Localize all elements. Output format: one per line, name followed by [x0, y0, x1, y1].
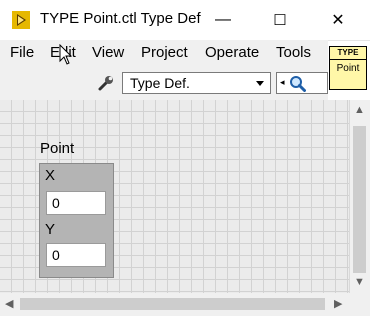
menu-view[interactable]: View	[92, 44, 124, 61]
labview-app-icon	[12, 11, 30, 29]
vertical-scroll-thumb[interactable]	[353, 126, 366, 273]
chevron-down-icon	[256, 81, 264, 86]
dropdown-value: Type Def.	[130, 75, 190, 91]
typedef-icon-bottom-text: Point	[336, 63, 360, 74]
y-label: Y	[45, 221, 56, 238]
scroll-left-icon[interactable]: ◀	[5, 297, 13, 310]
menu-operate[interactable]: Operate	[205, 44, 259, 61]
scroll-down-icon[interactable]: ▼	[354, 276, 365, 288]
window-title: TYPE Point.ctl Type Def	[40, 10, 201, 27]
type-def-dropdown[interactable]: Type Def.	[122, 72, 271, 94]
cluster-label: Point	[40, 140, 75, 157]
search-icon[interactable]	[289, 75, 306, 92]
maximize-button[interactable]: ☐	[257, 0, 303, 40]
search-box[interactable]: ◂	[276, 72, 328, 94]
scroll-up-icon[interactable]: ▲	[354, 104, 365, 116]
typedef-icon-top-text: TYPE	[330, 47, 366, 60]
minimize-button[interactable]: —	[200, 0, 246, 40]
close-button[interactable]: ✕	[315, 0, 361, 40]
wrench-icon[interactable]	[97, 74, 115, 92]
typedef-vi-icon[interactable]: TYPE Point	[329, 46, 367, 90]
x-label: X	[45, 167, 56, 184]
search-dropdown-icon[interactable]: ◂	[280, 77, 285, 88]
x-numeric-control[interactable]: 0	[46, 191, 106, 215]
horizontal-scroll-thumb[interactable]	[20, 298, 325, 310]
mouse-cursor-icon	[59, 44, 73, 65]
menu-tools[interactable]: Tools	[276, 44, 311, 61]
scrollbar-corner	[349, 293, 370, 316]
menu-project[interactable]: Project	[141, 44, 188, 61]
menu-file[interactable]: File	[10, 44, 34, 61]
scroll-right-icon[interactable]: ▶	[334, 297, 342, 310]
y-numeric-control[interactable]: 0	[46, 243, 106, 267]
